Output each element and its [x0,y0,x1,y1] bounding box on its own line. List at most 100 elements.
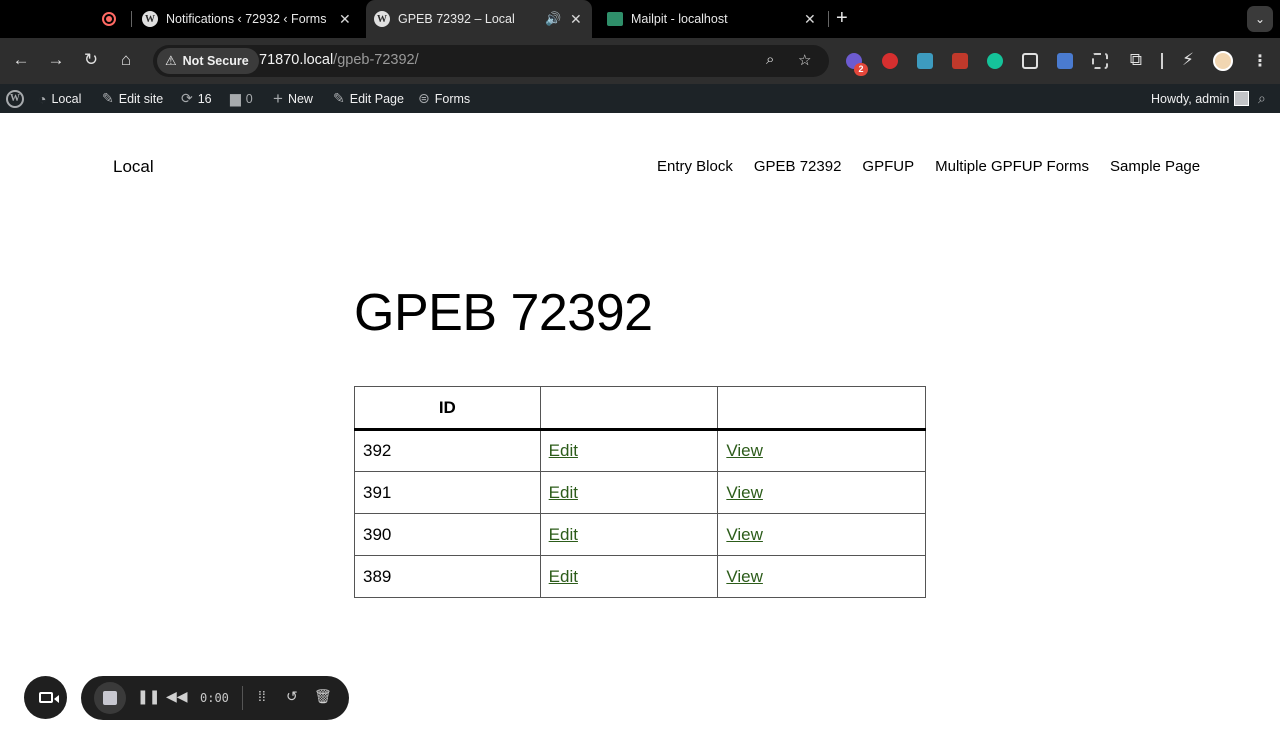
view-cell: View [717,471,926,514]
entry-id-cell: 390 [354,513,541,556]
edit-link[interactable]: Edit [549,567,578,586]
avatar [1234,91,1250,106]
url-text[interactable]: 71870.local/gpeb-72392/ [259,52,419,68]
wordpress-icon: W [142,11,158,27]
edit-link[interactable]: Edit [549,525,578,544]
toolbar-separator [1161,53,1163,69]
edit-link[interactable]: Edit [549,441,578,460]
recording-indicator-icon [102,12,116,26]
admin-search-button[interactable]: ⌕ [1258,84,1266,113]
close-icon[interactable]: ✕ [339,11,351,28]
edit-link[interactable]: Edit [549,483,578,502]
site-name-link[interactable]: ◔ Local [38,84,81,113]
close-icon[interactable]: ✕ [570,11,582,28]
recorder-controls: ❚❚ ◀◀ 0:00 ⁞⁞ ↺ 🗑 [81,676,349,720]
browser-menu-icon[interactable]: ⋮ [1252,51,1268,71]
tab-notifications[interactable]: W Notifications ‹ 72932 ‹ Forms ✕ [136,0,362,38]
recorder-separator [242,686,243,710]
edit-site-link[interactable]: ✎ Edit site [102,84,163,113]
nav-item-gpfup[interactable]: GPFUP [862,158,914,175]
wordpress-icon: W [374,11,390,27]
restart-icon[interactable]: ↺ [286,688,298,705]
extension-badge: 2 [854,63,868,76]
view-link[interactable]: View [726,525,763,544]
site-navigation: Entry Block GPEB 72392 GPFUP Multiple GP… [657,158,1200,175]
extension-icon[interactable] [917,53,933,69]
home-button[interactable]: ⌂ [115,50,137,70]
bookmark-star-icon[interactable]: ☆ [798,51,811,69]
entry-id-cell: 391 [354,471,541,514]
new-tab-button[interactable]: + [836,7,848,30]
window-extension-icon[interactable] [1022,53,1038,69]
my-account-link[interactable]: Howdy, admin [1151,84,1250,113]
security-label: Not Secure [182,54,249,68]
updates-count: 16 [197,91,212,106]
edit-cell: Edit [539,471,719,514]
profile-avatar[interactable] [1213,51,1233,71]
table-row: 391 Edit View [354,471,926,514]
tab-gpeb-72392[interactable]: W GPEB 72392 – Local 🔊 ✕ [366,0,592,38]
speaker-icon[interactable]: 🔊 [545,11,561,27]
entry-id-cell: 392 [354,429,541,472]
edit-cell: Edit [539,555,719,598]
reload-button[interactable]: ↻ [80,50,102,70]
table-row: 392 Edit View [354,429,926,472]
new-label: New [287,91,313,106]
address-bar[interactable]: ⚠ Not Secure 71870.local/gpeb-72392/ ⌕ ☆ [153,45,829,77]
view-cell: View [717,429,926,472]
zoom-icon[interactable]: ⌕ [766,51,774,68]
pencil-icon: ✎ [333,90,345,106]
security-chip[interactable]: ⚠ Not Secure [157,48,259,74]
stop-recording-button[interactable] [94,682,126,714]
forms-link[interactable]: ⊜ Forms [418,84,470,113]
wp-logo-button[interactable]: W [6,84,24,113]
stop-hand-extension-icon[interactable] [882,53,898,69]
column-header-id: ID [354,386,541,431]
nav-item-gpeb-72392[interactable]: GPEB 72392 [754,158,842,175]
close-icon[interactable]: ✕ [804,11,816,28]
trash-icon[interactable]: 🗑 [314,688,332,705]
forward-button[interactable]: → [45,50,67,70]
performance-icon[interactable]: ⚡ [1177,50,1199,70]
site-title[interactable]: Local [113,157,154,177]
column-header-view [717,386,926,431]
tab-separator [828,11,829,27]
browser-tab-strip: W Notifications ‹ 72932 ‹ Forms ✕ W GPEB… [0,0,1280,38]
updates-link[interactable]: ⟳ 16 [181,84,212,113]
screenshot-extension-icon[interactable] [1092,53,1108,69]
wordpress-icon: W [6,89,24,108]
back-button[interactable]: ← [10,50,32,70]
nav-item-sample-page[interactable]: Sample Page [1110,158,1200,175]
book-extension-icon[interactable] [952,53,968,69]
nav-item-multiple-gpfup-forms[interactable]: Multiple GPFUP Forms [935,158,1089,175]
updates-icon: ⟳ [181,90,193,106]
plus-icon: + [273,88,283,108]
brush-icon: ✎ [102,90,114,106]
nav-item-entry-block[interactable]: Entry Block [657,158,733,175]
edit-page-link[interactable]: ✎ Edit Page [333,84,404,113]
warning-icon: ⚠ [165,53,177,68]
view-link[interactable]: View [726,567,763,586]
view-cell: View [717,555,926,598]
rewind-icon[interactable]: ◀◀ [166,688,188,705]
edit-cell: Edit [539,513,719,556]
extension-icon[interactable] [1057,53,1073,69]
table-row: 390 Edit View [354,513,926,556]
edit-cell: Edit [539,429,719,472]
view-link[interactable]: View [726,483,763,502]
browser-toolbar: ← → ↻ ⌂ ⚠ Not Secure 71870.local/gpeb-72… [0,38,1280,84]
view-link[interactable]: View [726,441,763,460]
entry-id-cell: 389 [354,555,541,598]
pause-icon[interactable]: ❚❚ [137,688,160,705]
extensions-puzzle-icon[interactable]: ⧉ [1125,50,1147,70]
grammarly-icon[interactable] [987,53,1003,69]
wp-admin-bar: W ◔ Local ✎ Edit site ⟳ 16 ▆ 0 + New ✎ E… [0,84,1280,113]
new-content-link[interactable]: + New [273,84,313,113]
comments-link[interactable]: ▆ 0 [230,84,253,113]
tab-search-button[interactable]: ⌄ [1247,6,1273,32]
tab-mailpit[interactable]: Mailpit - localhost ✕ [600,0,824,38]
camera-toggle-button[interactable] [24,676,67,719]
column-header-edit [539,386,719,431]
video-camera-icon [38,692,59,703]
grid-dots-icon[interactable]: ⁞⁞ [258,688,266,704]
